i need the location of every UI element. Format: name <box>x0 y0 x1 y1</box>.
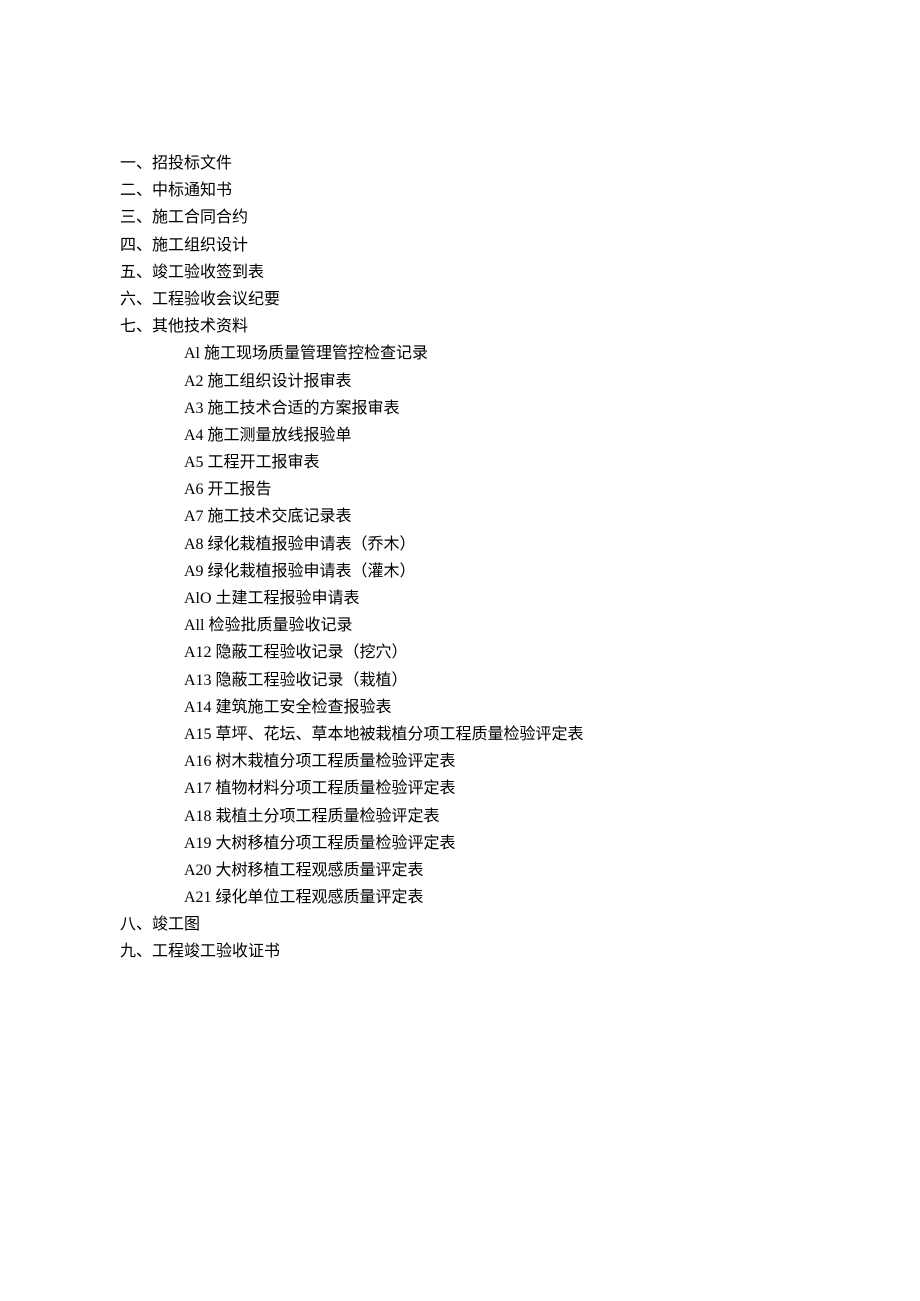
sub-item-a7: A7 施工技术交底记录表 <box>184 503 800 530</box>
sub-item-a15: A15 草坪、花坛、草本地被栽植分项工程质量检验评定表 <box>184 721 800 748</box>
sub-item-a18: A18 栽植土分项工程质量检验评定表 <box>184 803 800 830</box>
section-9: 九、工程竣工验收证书 <box>120 938 800 965</box>
section-7: 七、其他技术资料 <box>120 313 800 340</box>
sub-item-a14: A14 建筑施工安全检查报验表 <box>184 694 800 721</box>
sub-item-a13: A13 隐蔽工程验收记录（栽植） <box>184 667 800 694</box>
sub-item-a10: AlO 土建工程报验申请表 <box>184 585 800 612</box>
section-7-sublist: Al 施工现场质量管理管控检查记录 A2 施工组织设计报审表 A3 施工技术合适… <box>120 340 800 911</box>
sub-item-a21: A21 绿化单位工程观感质量评定表 <box>184 884 800 911</box>
sub-item-a20: A20 大树移植工程观感质量评定表 <box>184 857 800 884</box>
sub-item-a3: A3 施工技术合适的方案报审表 <box>184 395 800 422</box>
sub-item-a4: A4 施工测量放线报验单 <box>184 422 800 449</box>
section-5: 五、竣工验收签到表 <box>120 259 800 286</box>
section-3: 三、施工合同合约 <box>120 204 800 231</box>
sub-item-a11: All 检验批质量验收记录 <box>184 612 800 639</box>
sub-item-a2: A2 施工组织设计报审表 <box>184 368 800 395</box>
sub-item-a9: A9 绿化栽植报验申请表（灌木） <box>184 558 800 585</box>
sub-item-a6: A6 开工报告 <box>184 476 800 503</box>
sub-item-a8: A8 绿化栽植报验申请表（乔木） <box>184 531 800 558</box>
sub-item-a5: A5 工程开工报审表 <box>184 449 800 476</box>
sub-item-a17: A17 植物材料分项工程质量检验评定表 <box>184 775 800 802</box>
section-1: 一、招投标文件 <box>120 150 800 177</box>
section-2: 二、中标通知书 <box>120 177 800 204</box>
sub-item-a16: A16 树木栽植分项工程质量检验评定表 <box>184 748 800 775</box>
sub-item-a19: A19 大树移植分项工程质量检验评定表 <box>184 830 800 857</box>
section-4: 四、施工组织设计 <box>120 232 800 259</box>
sub-item-a12: A12 隐蔽工程验收记录（挖穴） <box>184 639 800 666</box>
section-6: 六、工程验收会议纪要 <box>120 286 800 313</box>
section-8: 八、竣工图 <box>120 911 800 938</box>
sub-item-a1: Al 施工现场质量管理管控检查记录 <box>184 340 800 367</box>
